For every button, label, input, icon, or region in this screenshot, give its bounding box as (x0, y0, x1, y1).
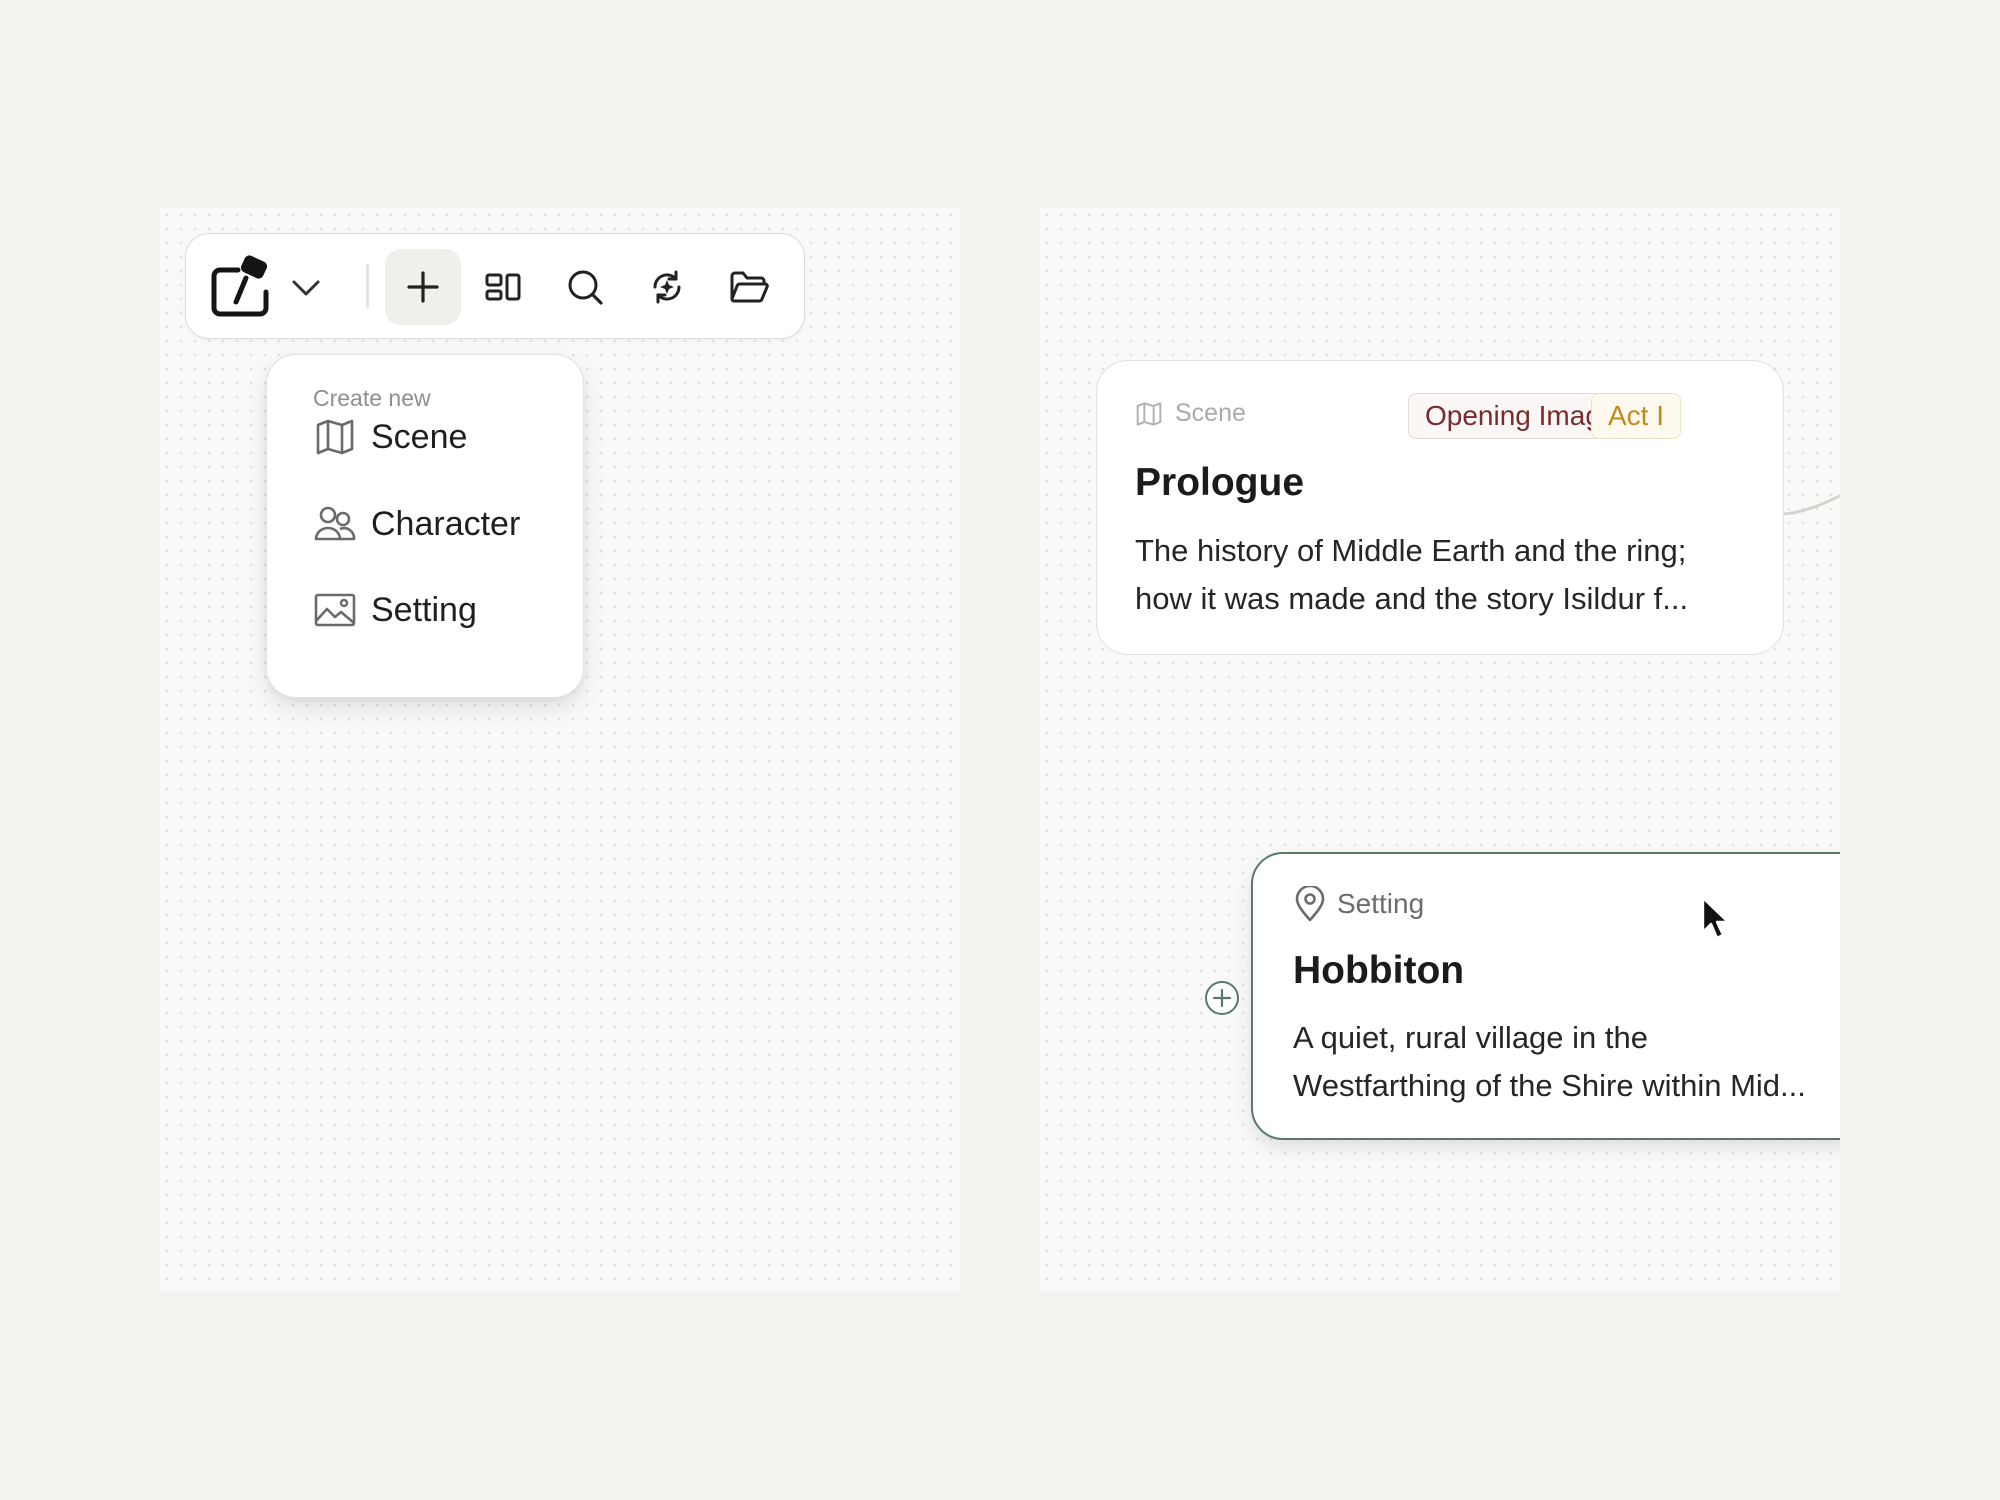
card-description: A quiet, rural village in the Westfarthi… (1293, 1020, 1806, 1103)
magic-refresh-icon (653, 270, 681, 304)
search-icon (568, 270, 603, 305)
card-type-label: Scene (1175, 399, 1246, 427)
menu-item-label: Scene (371, 417, 468, 456)
chevron-down-icon[interactable] (286, 267, 326, 307)
map-icon (1135, 400, 1163, 428)
create-new-menu: Create new Scene Character Setting (266, 354, 584, 698)
image-icon (313, 588, 357, 632)
toolbar-divider (366, 264, 369, 308)
tag-act[interactable]: Act I (1591, 393, 1682, 439)
mouse-cursor-icon (1701, 896, 1730, 940)
card-title: Prologue (1135, 461, 1305, 504)
magic-refresh-button[interactable] (637, 257, 697, 317)
plus-icon (407, 271, 439, 303)
layout-icon (485, 273, 521, 301)
menu-title: Create new (313, 385, 431, 411)
connection-edge (1780, 494, 1840, 516)
layout-button[interactable] (473, 257, 533, 317)
users-icon (313, 502, 357, 546)
card-type: Scene (1135, 399, 1246, 428)
card-description: The history of Middle Earth and the ring… (1135, 533, 1689, 616)
menu-item-setting[interactable]: Setting (313, 582, 573, 638)
folder-button[interactable] (719, 257, 779, 317)
card-title: Hobbiton (1293, 949, 1465, 992)
menu-item-character[interactable]: Character (313, 496, 573, 552)
menu-item-label: Setting (371, 590, 477, 629)
add-button[interactable] (385, 249, 461, 325)
scene-card-prologue[interactable]: Scene Opening Image Act I Prologue The h… (1096, 360, 1784, 655)
pen-tablet-logo-icon[interactable] (208, 252, 276, 320)
folder-icon (730, 271, 769, 303)
search-button[interactable] (555, 257, 615, 317)
toolbar (185, 233, 805, 339)
canvas-panel-right[interactable]: Scene Opening Image Act I Prologue The h… (1040, 208, 1840, 1292)
card-type-label: Setting (1337, 888, 1425, 919)
map-pin-icon (1293, 886, 1327, 922)
setting-card-hobbiton[interactable]: Setting Hobbiton A quiet, rural village … (1251, 852, 1840, 1140)
map-icon (313, 415, 357, 459)
menu-item-scene[interactable]: Scene (313, 409, 573, 465)
menu-item-label: Character (371, 504, 521, 543)
card-type: Setting (1293, 886, 1424, 922)
canvas-panel-left[interactable]: Create new Scene Character Setting (160, 208, 960, 1292)
add-connection-icon[interactable] (1204, 980, 1240, 1016)
